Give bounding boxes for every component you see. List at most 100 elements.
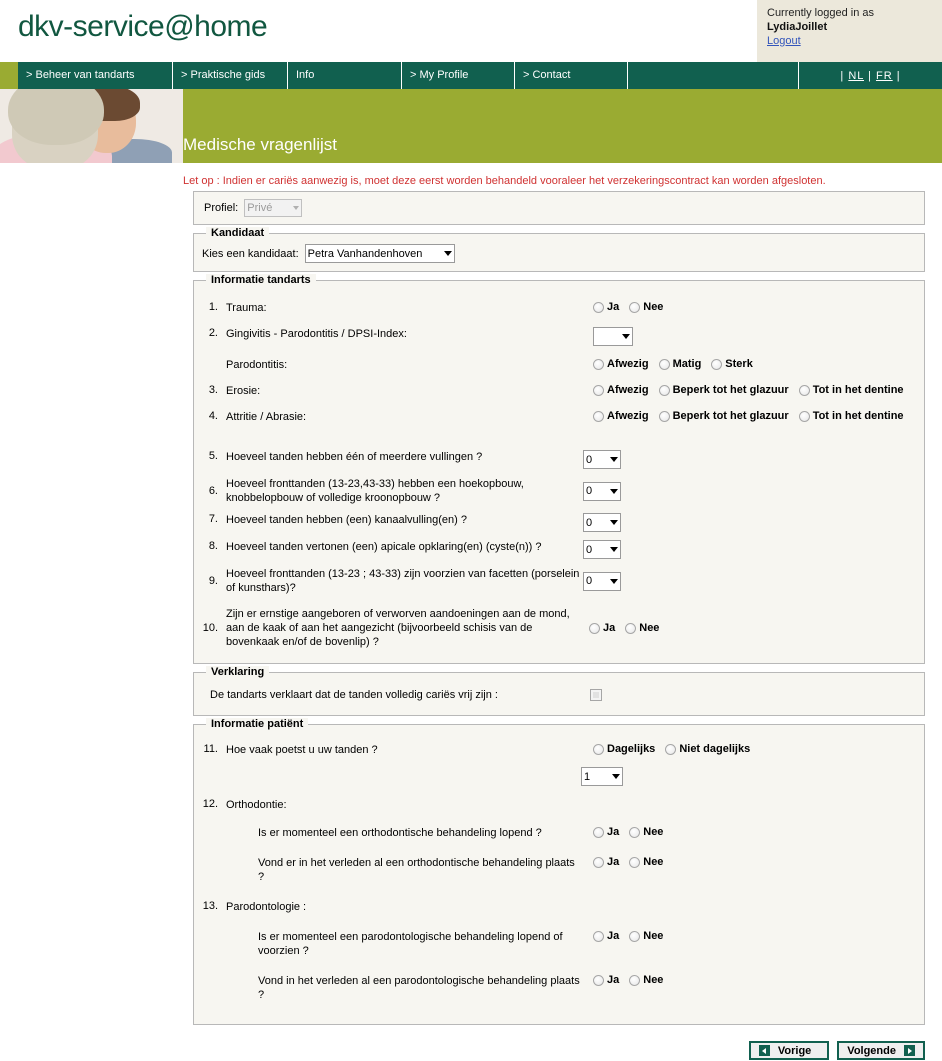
radio-option-paro-verleden-ja[interactable]: Ja xyxy=(593,974,619,986)
chevron-down-icon xyxy=(610,578,618,584)
radio-option-attritie-glazuur[interactable]: Beperk tot het glazuur xyxy=(658,410,789,422)
radio-icon[interactable] xyxy=(658,384,670,396)
question-row-5: 5. Hoeveel tanden hebben één of meerdere… xyxy=(202,446,916,473)
radio-option-parodontitis-matig[interactable]: Matig xyxy=(658,358,701,370)
radio-option-ortho-lopend-ja[interactable]: Ja xyxy=(593,826,619,838)
previous-button-label: Vorige xyxy=(777,1044,812,1057)
radio-icon[interactable] xyxy=(593,384,604,396)
radio-icon[interactable] xyxy=(665,743,677,755)
radio-icon[interactable] xyxy=(629,826,641,838)
radio-option-attritie-afwezig[interactable]: Afwezig xyxy=(593,410,649,422)
lang-fr-link[interactable]: FR xyxy=(876,70,893,82)
question-row-11-count: 1 xyxy=(202,761,916,792)
radio-label: Nee xyxy=(643,930,664,942)
radio-option-paro-lopend-nee[interactable]: Nee xyxy=(629,930,663,942)
chevron-down-icon xyxy=(443,251,452,256)
radio-option-trauma-nee[interactable]: Nee xyxy=(629,301,663,313)
declaration-text: De tandarts verklaart dat de tanden voll… xyxy=(210,689,498,701)
question-row-6: 6. Hoeveel fronttanden (13-23,43-33) heb… xyxy=(202,473,916,509)
radio-icon[interactable] xyxy=(589,622,600,634)
count-select-6[interactable]: 0 xyxy=(583,481,621,501)
previous-button[interactable]: Vorige xyxy=(748,1041,830,1060)
radio-icon[interactable] xyxy=(629,930,641,942)
radio-icon[interactable] xyxy=(593,410,604,422)
brush-count-select[interactable]: 1 xyxy=(581,767,623,786)
radio-option-aandoeningen-nee[interactable]: Nee xyxy=(625,622,659,634)
patient-info-section: Informatie patiënt 11. Hoe vaak poetst u… xyxy=(193,718,925,1025)
radio-icon[interactable] xyxy=(798,384,810,396)
chevron-down-icon xyxy=(622,334,630,339)
radio-icon[interactable] xyxy=(593,856,604,868)
radio-option-trauma-ja[interactable]: Ja xyxy=(593,301,619,313)
count-select-value: 0 xyxy=(586,575,593,587)
candidate-select[interactable]: Petra Vanhandenhoven xyxy=(304,244,455,263)
radio-icon[interactable] xyxy=(629,974,641,986)
radio-option-niet-dagelijks[interactable]: Niet dagelijks xyxy=(665,743,750,755)
radio-option-erosie-glazuur[interactable]: Beperk tot het glazuur xyxy=(658,384,789,396)
radio-icon[interactable] xyxy=(798,410,810,422)
question-number-1: 1. xyxy=(208,301,218,313)
nav-item-info[interactable]: Info xyxy=(288,62,402,89)
question-row-9: 9. Hoeveel fronttanden (13-23 ; 43-33) z… xyxy=(202,563,916,599)
arrow-left-icon xyxy=(758,1045,770,1056)
radio-icon[interactable] xyxy=(625,622,637,634)
form-navigation-footer: Vorige Volgende xyxy=(193,1033,925,1060)
dpsi-index-select[interactable] xyxy=(593,327,633,346)
question-text-13b: Vond in het verleden al een parodontolog… xyxy=(258,975,580,1001)
radio-icon[interactable] xyxy=(593,826,604,838)
radio-group-ortho-lopend: Ja Nee xyxy=(593,826,673,838)
question-row-3: 3. Erosie: Afwezig Beperk tot het glazuu… xyxy=(202,378,916,404)
radio-option-erosie-dentine[interactable]: Tot in het dentine xyxy=(798,384,904,396)
radio-icon[interactable] xyxy=(658,358,670,370)
question-number-13: 13. xyxy=(202,900,218,912)
radio-label: Ja xyxy=(607,974,620,986)
radio-option-ortho-lopend-nee[interactable]: Nee xyxy=(629,826,663,838)
nav-item-my-profile[interactable]: > My Profile xyxy=(402,62,515,89)
radio-option-ortho-verleden-ja[interactable]: Ja xyxy=(593,856,619,868)
question-row-13a: Is er momenteel een parodontologische be… xyxy=(202,922,916,966)
radio-icon[interactable] xyxy=(629,856,641,868)
radio-icon[interactable] xyxy=(593,974,604,986)
lang-nl-link[interactable]: NL xyxy=(848,70,864,82)
nav-item-beheer-van-tandarts[interactable]: > Beheer van tandarts xyxy=(18,62,173,89)
radio-icon[interactable] xyxy=(593,358,604,370)
radio-option-erosie-afwezig[interactable]: Afwezig xyxy=(593,384,649,396)
radio-label: Afwezig xyxy=(607,410,649,422)
chevron-down-icon xyxy=(610,520,618,525)
radio-option-attritie-dentine[interactable]: Tot in het dentine xyxy=(798,410,904,422)
profile-select[interactable]: Privé xyxy=(244,199,303,217)
count-select-7[interactable]: 0 xyxy=(583,513,621,532)
nav-item-praktische-gids[interactable]: > Praktische gids xyxy=(173,62,288,89)
radio-option-paro-verleden-nee[interactable]: Nee xyxy=(629,974,663,986)
question-control-11: Dagelijks Niet dagelijks xyxy=(581,743,916,755)
radio-group-attritie: Afwezig Beperk tot het glazuur Tot in he… xyxy=(593,410,914,422)
question-row-10: 10. Zijn er ernstige aangeboren of verwo… xyxy=(202,599,916,653)
radio-option-ortho-verleden-nee[interactable]: Nee xyxy=(629,856,663,868)
radio-option-parodontitis-sterk[interactable]: Sterk xyxy=(711,358,753,370)
nav-item-contact[interactable]: > Contact xyxy=(515,62,628,89)
radio-option-dagelijks[interactable]: Dagelijks xyxy=(593,743,655,755)
radio-icon[interactable] xyxy=(711,358,723,370)
radio-icon[interactable] xyxy=(658,410,670,422)
lang-sep-right: | xyxy=(896,70,901,82)
count-select-8[interactable]: 0 xyxy=(583,540,621,559)
radio-icon[interactable] xyxy=(593,301,604,313)
lang-sep-left: | xyxy=(840,70,845,82)
count-select-value: 0 xyxy=(586,543,593,556)
logout-link[interactable]: Logout xyxy=(767,34,801,48)
next-button[interactable]: Volgende xyxy=(837,1041,925,1060)
radio-option-parodontitis-afwezig[interactable]: Afwezig xyxy=(593,358,649,370)
radio-icon[interactable] xyxy=(629,301,641,313)
declaration-checkbox[interactable] xyxy=(590,689,602,701)
radio-icon[interactable] xyxy=(593,743,604,755)
count-select-9[interactable]: 0 xyxy=(583,571,621,591)
question-control-13b: Ja Nee xyxy=(581,974,916,986)
radio-label: Ja xyxy=(603,622,616,634)
radio-icon[interactable] xyxy=(593,930,604,942)
login-status-box: Currently logged in as LydiaJoillet Logo… xyxy=(757,0,942,62)
radio-option-paro-lopend-ja[interactable]: Ja xyxy=(593,930,619,942)
radio-label: Nee xyxy=(643,826,664,838)
page-content: Let op : Indien er cariës aanwezig is, m… xyxy=(0,163,942,1060)
radio-option-aandoeningen-ja[interactable]: Ja xyxy=(589,622,615,634)
count-select-5[interactable]: 0 xyxy=(583,450,621,469)
